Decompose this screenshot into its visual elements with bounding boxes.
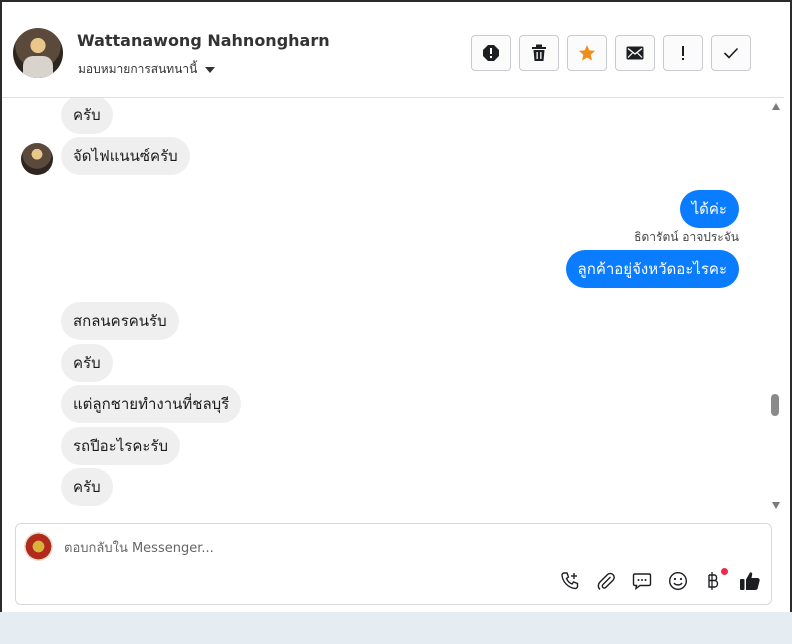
conversation-header: Wattanawong Nahnongharn มอบหมายการสนทนาน… <box>2 8 784 98</box>
notification-dot <box>721 568 728 575</box>
star-icon <box>579 45 595 61</box>
page-avatar <box>24 532 53 561</box>
contact-avatar[interactable] <box>13 28 63 78</box>
emoji-button[interactable] <box>667 570 689 592</box>
scroll-thumb[interactable] <box>771 394 779 416</box>
contact-avatar-small[interactable] <box>21 143 53 175</box>
mark-spam-button[interactable] <box>471 35 511 71</box>
incoming-message[interactable]: ครับ <box>61 344 113 382</box>
mark-unread-button[interactable] <box>615 35 655 71</box>
emoji-icon <box>668 571 688 591</box>
outgoing-message[interactable]: ได้ค่ะ <box>679 190 739 228</box>
saved-replies-button[interactable] <box>631 570 653 592</box>
call-add-button[interactable] <box>559 570 581 592</box>
scroll-down-arrow-icon[interactable] <box>772 502 780 509</box>
trash-icon <box>532 44 546 61</box>
send-like-button[interactable] <box>739 570 761 592</box>
contact-name[interactable]: Wattanawong Nahnongharn <box>77 31 330 50</box>
incoming-message[interactable]: ครับ <box>61 98 113 134</box>
incoming-message[interactable]: ครับ <box>61 468 113 506</box>
delete-button[interactable] <box>519 35 559 71</box>
baht-icon <box>708 572 719 590</box>
incoming-message[interactable]: จัดไฟแนนซ์ครับ <box>61 137 190 175</box>
composer-toolbar <box>559 568 761 592</box>
incoming-message[interactable]: แต่ลูกชายทำงานที่ชลบุรี <box>61 385 242 423</box>
alert-octagon-icon <box>483 45 499 61</box>
message-thread: ครับ จัดไฟแนนซ์ครับ ได้ค่ะ ธิดารัตน์ อาจ… <box>2 98 768 518</box>
bottom-strip <box>0 612 792 644</box>
call-add-icon <box>561 572 579 590</box>
messenger-window: Wattanawong Nahnongharn มอบหมายการสนทนาน… <box>0 0 792 644</box>
incoming-message[interactable]: รถปีอะไรคะรับ <box>61 427 180 465</box>
incoming-message[interactable]: สกลนครคนรับ <box>61 302 179 340</box>
mark-done-button[interactable] <box>711 35 751 71</box>
follow-up-button[interactable] <box>663 35 703 71</box>
conversation-toolbar <box>471 35 751 71</box>
chat-bubble-icon <box>632 573 652 591</box>
star-button[interactable] <box>567 35 607 71</box>
assign-conversation-dropdown[interactable]: มอบหมายการสนทนานี้ <box>78 60 216 79</box>
outgoing-message[interactable]: ลูกค้าอยู่จังหวัดอะไรคะ <box>565 250 739 288</box>
scroll-up-arrow-icon[interactable] <box>772 103 780 110</box>
reply-input[interactable] <box>64 538 664 558</box>
thread-scrollbar[interactable] <box>769 98 783 512</box>
reply-composer <box>15 523 772 605</box>
exclamation-icon <box>682 46 684 60</box>
caret-down-icon[interactable] <box>205 66 216 73</box>
paperclip-icon <box>597 572 615 591</box>
sender-label: ธิดารัตน์ อาจประจัน <box>634 230 739 244</box>
thumbs-up-icon <box>740 572 760 590</box>
payment-button[interactable] <box>703 568 728 592</box>
envelope-icon <box>626 46 644 60</box>
attach-file-button[interactable] <box>595 570 617 592</box>
check-icon <box>723 47 739 59</box>
assign-label: มอบหมายการสนทนานี้ <box>78 62 198 76</box>
